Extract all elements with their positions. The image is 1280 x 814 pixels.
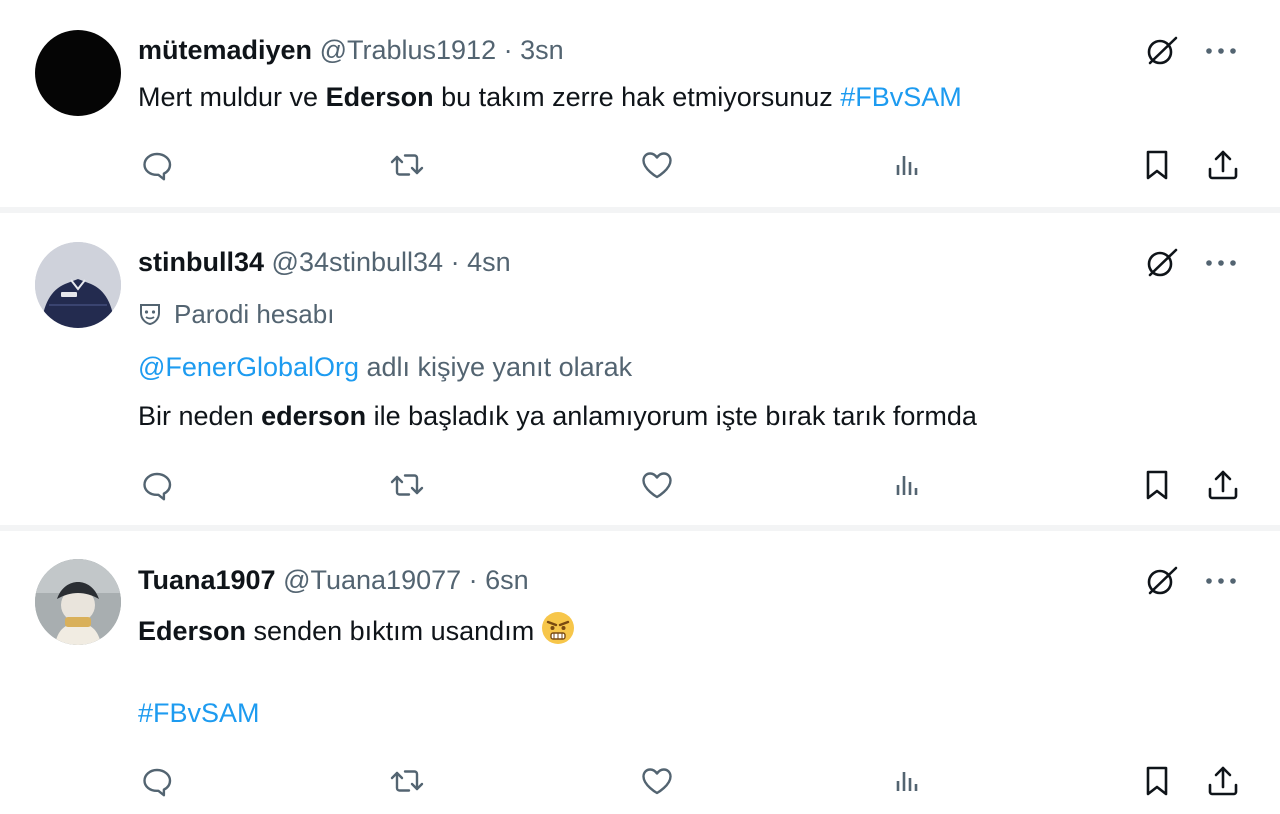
reply-context-text: adlı kişiye yanıt olarak bbox=[359, 352, 633, 382]
share-icon[interactable] bbox=[1203, 465, 1243, 505]
views-icon[interactable] bbox=[887, 465, 927, 505]
reply-icon[interactable] bbox=[137, 465, 177, 505]
avatar[interactable] bbox=[35, 242, 121, 328]
handle[interactable]: @Trablus1912 bbox=[320, 35, 497, 65]
hashtag-link[interactable]: #FBvSAM bbox=[840, 82, 962, 112]
text-part: Mert muldur ve bbox=[138, 82, 326, 112]
separator: · bbox=[443, 247, 468, 277]
tweet-header: Tuana1907 @Tuana19077 · 6sn bbox=[138, 562, 529, 598]
grok-icon[interactable] bbox=[1144, 563, 1180, 599]
like-icon[interactable] bbox=[637, 465, 677, 505]
grok-icon[interactable] bbox=[1144, 245, 1180, 281]
separator: · bbox=[496, 35, 521, 65]
display-name[interactable]: mütemadiyen bbox=[138, 35, 312, 65]
tweet[interactable]: stinbull34 @34stinbull34 · 4sn Parodi he… bbox=[0, 212, 1280, 530]
hashtag-line: #FBvSAM bbox=[138, 695, 260, 731]
tweet-text: Ederson senden bıktım usandım bbox=[138, 610, 576, 649]
parody-label: Parodi hesabı bbox=[138, 296, 334, 332]
text-part: ile başladık ya anlamıyorum işte bırak t… bbox=[366, 401, 977, 431]
like-icon[interactable] bbox=[637, 145, 677, 185]
text-part: Bir neden bbox=[138, 401, 262, 431]
more-icon[interactable] bbox=[1204, 258, 1238, 268]
share-icon[interactable] bbox=[1203, 145, 1243, 185]
reply-icon[interactable] bbox=[137, 145, 177, 185]
separator: · bbox=[461, 565, 486, 595]
hashtag-link[interactable]: #FBvSAM bbox=[138, 698, 260, 728]
avatar[interactable] bbox=[35, 30, 121, 116]
timestamp[interactable]: 4sn bbox=[467, 247, 511, 277]
grok-icon[interactable] bbox=[1144, 33, 1180, 69]
more-icon[interactable] bbox=[1204, 46, 1238, 56]
more-icon[interactable] bbox=[1204, 576, 1238, 586]
views-icon[interactable] bbox=[887, 761, 927, 801]
reply-context: @FenerGlobalOrg adlı kişiye yanıt olarak bbox=[138, 349, 632, 385]
tweet[interactable]: Tuana1907 @Tuana19077 · 6sn Ederson send… bbox=[0, 530, 1280, 814]
like-icon[interactable] bbox=[637, 761, 677, 801]
tweet-top-icons bbox=[1144, 33, 1238, 69]
bookmark-icon[interactable] bbox=[1137, 465, 1177, 505]
timeline: mütemadiyen @Trablus1912 · 3sn Mert muld… bbox=[0, 0, 1280, 814]
bookmark-icon[interactable] bbox=[1137, 145, 1177, 185]
reply-icon[interactable] bbox=[137, 761, 177, 801]
display-name[interactable]: stinbull34 bbox=[138, 247, 264, 277]
mention-link[interactable]: @FenerGlobalOrg bbox=[138, 352, 359, 382]
tweet-header: mütemadiyen @Trablus1912 · 3sn bbox=[138, 32, 564, 68]
handle[interactable]: @34stinbull34 bbox=[272, 247, 444, 277]
share-icon[interactable] bbox=[1203, 761, 1243, 801]
timestamp[interactable]: 3sn bbox=[520, 35, 564, 65]
retweet-icon[interactable] bbox=[387, 465, 427, 505]
mask-icon bbox=[138, 302, 162, 326]
bookmark-icon[interactable] bbox=[1137, 761, 1177, 801]
tweet-header: stinbull34 @34stinbull34 · 4sn bbox=[138, 244, 511, 280]
handle[interactable]: @Tuana19077 bbox=[283, 565, 461, 595]
views-icon[interactable] bbox=[887, 145, 927, 185]
tweet-top-icons bbox=[1144, 245, 1238, 281]
avatar[interactable] bbox=[35, 559, 121, 645]
tweet-actions bbox=[0, 145, 1280, 185]
tweet-actions bbox=[0, 761, 1280, 801]
timestamp[interactable]: 6sn bbox=[485, 565, 529, 595]
text-keyword: Ederson bbox=[138, 616, 247, 646]
tweet-text: Mert muldur ve Ederson bu takım zerre ha… bbox=[138, 79, 962, 115]
retweet-icon[interactable] bbox=[387, 761, 427, 801]
tweet-text: Bir neden ederson ile başladık ya anlamı… bbox=[138, 398, 977, 434]
display-name[interactable]: Tuana1907 bbox=[138, 565, 276, 595]
parody-text: Parodi hesabı bbox=[174, 299, 335, 329]
text-keyword: ederson bbox=[261, 401, 367, 431]
text-part: senden bıktım usandım bbox=[246, 616, 535, 646]
tweet-top-icons bbox=[1144, 563, 1238, 599]
text-part: bu takım zerre hak etmiyorsunuz bbox=[433, 82, 841, 112]
angry-face-emoji bbox=[540, 610, 576, 646]
text-keyword: Ederson bbox=[325, 82, 434, 112]
tweet[interactable]: mütemadiyen @Trablus1912 · 3sn Mert muld… bbox=[0, 0, 1280, 212]
tweet-actions bbox=[0, 465, 1280, 505]
retweet-icon[interactable] bbox=[387, 145, 427, 185]
